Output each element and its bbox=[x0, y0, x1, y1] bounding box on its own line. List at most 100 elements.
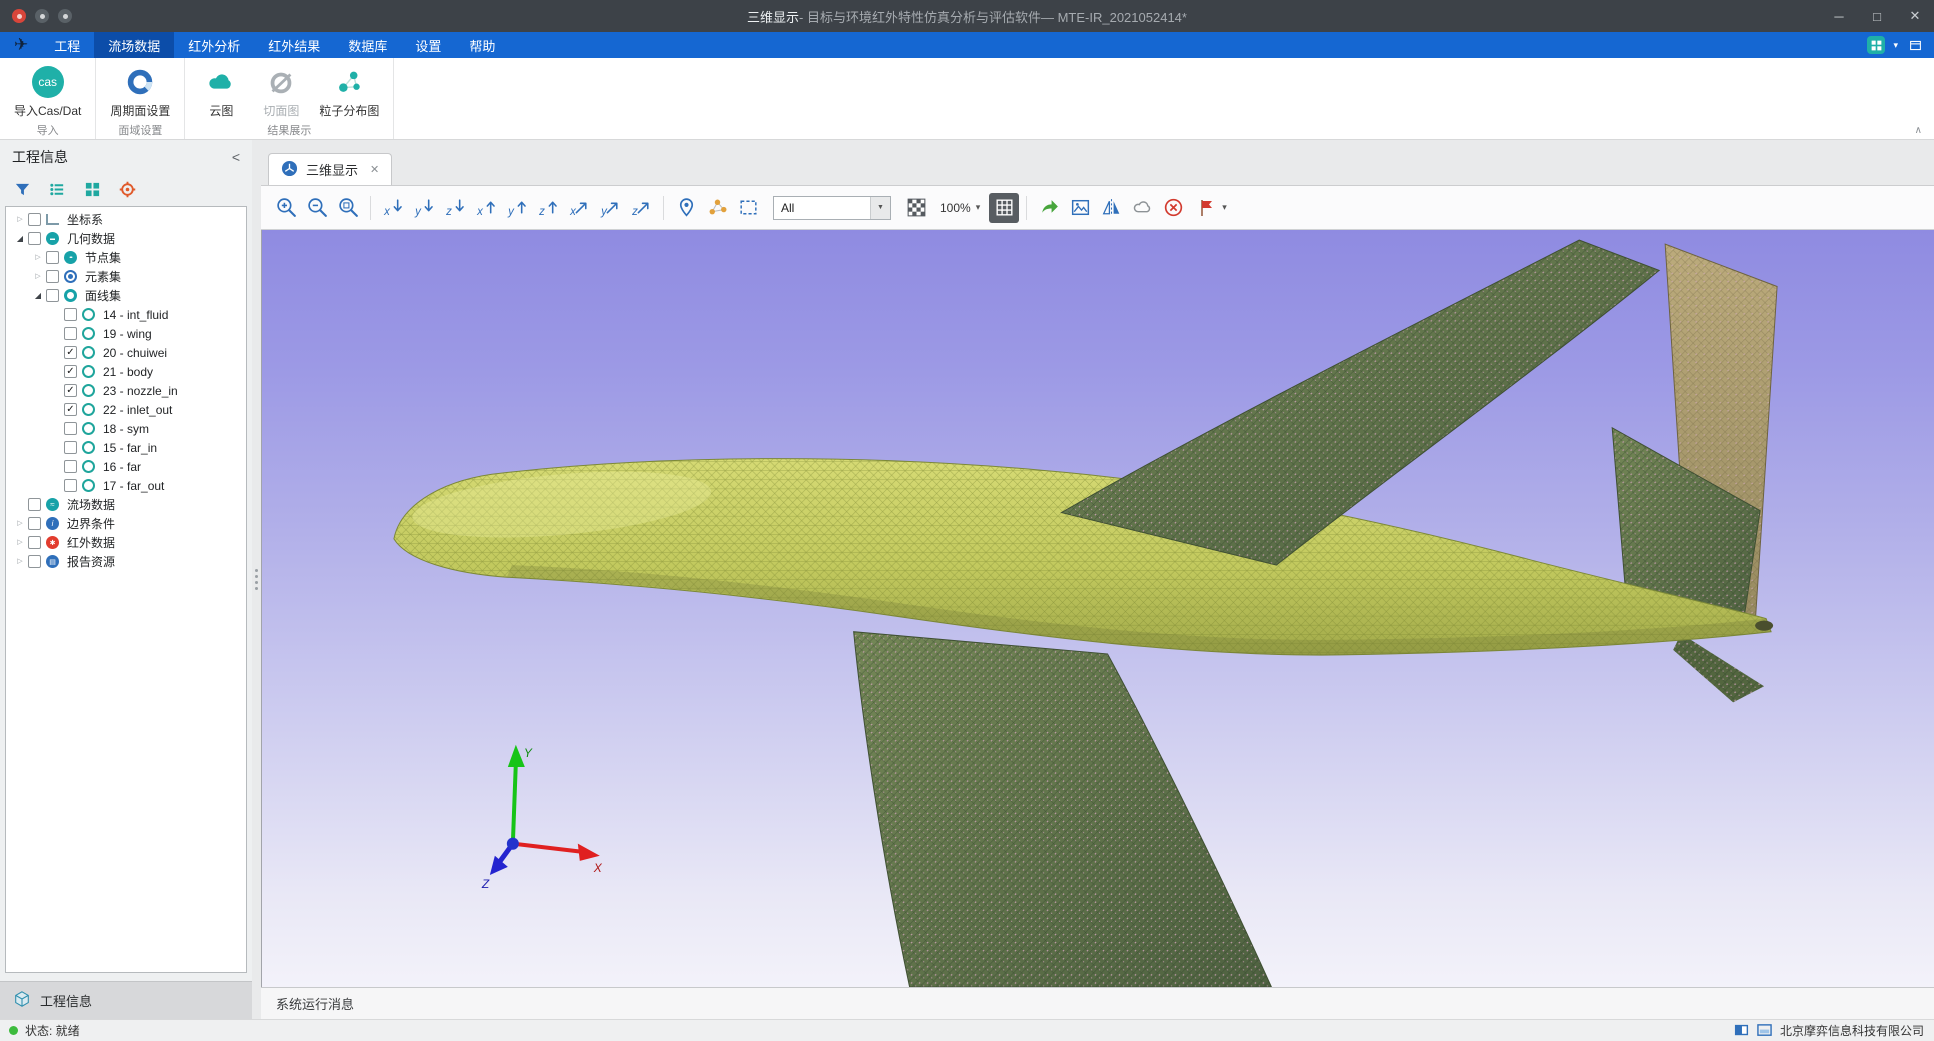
snapshot-icon[interactable] bbox=[1065, 193, 1095, 223]
zoom-fit-icon[interactable] bbox=[333, 193, 363, 223]
locate-icon[interactable] bbox=[671, 193, 701, 223]
ribbon-button-particles[interactable]: 粒子分布图 bbox=[315, 63, 383, 121]
tree-item[interactable]: ▷坐标系 bbox=[6, 210, 246, 229]
expander-icon[interactable]: ◢ bbox=[30, 286, 46, 305]
flag-dropdown[interactable]: ▾ bbox=[1188, 197, 1235, 219]
clear-icon[interactable] bbox=[1158, 193, 1188, 223]
settings-icon[interactable] bbox=[58, 9, 72, 23]
tree-item[interactable]: ▷报告资源 bbox=[6, 552, 246, 571]
menu-item[interactable]: 帮助 bbox=[455, 32, 509, 58]
tree-checkbox[interactable] bbox=[64, 441, 77, 454]
tree-item[interactable]: ▷边界条件 bbox=[6, 514, 246, 533]
tree-checkbox[interactable]: ✓ bbox=[64, 403, 77, 416]
tree-item[interactable]: 16 - far bbox=[6, 457, 246, 476]
tree-item[interactable]: 18 - sym bbox=[6, 419, 246, 438]
rotate-x-icon[interactable]: x bbox=[564, 193, 594, 223]
view-x-up-icon[interactable]: x bbox=[471, 193, 501, 223]
window-style-icon[interactable] bbox=[1906, 36, 1924, 54]
tree-item[interactable]: ▷红外数据 bbox=[6, 533, 246, 552]
zoom-out-icon[interactable] bbox=[302, 193, 332, 223]
menu-item[interactable]: 红外结果 bbox=[254, 32, 334, 58]
zoom-in-icon[interactable] bbox=[271, 193, 301, 223]
menu-item[interactable]: 数据库 bbox=[334, 32, 401, 58]
minimize-button[interactable]: ─ bbox=[1820, 0, 1858, 32]
tree-checkbox[interactable] bbox=[64, 422, 77, 435]
tree-checkbox[interactable] bbox=[28, 517, 41, 530]
filter-icon[interactable] bbox=[13, 180, 31, 198]
expander-icon[interactable]: ▷ bbox=[30, 248, 46, 267]
view-z-down-icon[interactable]: z bbox=[440, 193, 470, 223]
panel-splitter[interactable] bbox=[252, 140, 261, 1019]
layout-split-icon[interactable] bbox=[1734, 1023, 1750, 1039]
tree-item[interactable]: ▷元素集 bbox=[6, 267, 246, 286]
tree-checkbox[interactable] bbox=[28, 536, 41, 549]
rotate-z-icon[interactable]: z bbox=[626, 193, 656, 223]
tree-checkbox[interactable] bbox=[46, 251, 59, 264]
expander-icon[interactable]: ▷ bbox=[30, 267, 46, 286]
tree-checkbox[interactable]: ✓ bbox=[64, 365, 77, 378]
tree-checkbox[interactable] bbox=[28, 232, 41, 245]
tree-checkbox[interactable] bbox=[46, 270, 59, 283]
tree-checkbox[interactable] bbox=[64, 327, 77, 340]
tree-item[interactable]: ◢几何数据 bbox=[6, 229, 246, 248]
ribbon-button-cas[interactable]: cas导入Cas/Dat bbox=[10, 63, 85, 121]
viewport-3d[interactable]: Y X Z bbox=[261, 230, 1934, 987]
expander-icon[interactable]: ▷ bbox=[12, 514, 28, 533]
locate-target-icon[interactable] bbox=[118, 180, 136, 198]
texture-icon[interactable] bbox=[901, 193, 931, 223]
tree-item[interactable]: 15 - far_in bbox=[6, 438, 246, 457]
tree-checkbox[interactable] bbox=[46, 289, 59, 302]
tree-item[interactable]: ▷节点集 bbox=[6, 248, 246, 267]
view-y-up-icon[interactable]: y bbox=[502, 193, 532, 223]
menu-item[interactable]: 红外分析 bbox=[174, 32, 254, 58]
mirror-icon[interactable] bbox=[1096, 193, 1126, 223]
tree-checkbox[interactable] bbox=[64, 460, 77, 473]
project-info-bottom-tab[interactable]: 工程信息 bbox=[0, 981, 252, 1019]
maximize-button[interactable]: □ bbox=[1858, 0, 1896, 32]
expander-icon[interactable]: ▷ bbox=[12, 552, 28, 571]
share-icon[interactable] bbox=[1034, 193, 1064, 223]
tree-checkbox[interactable] bbox=[64, 479, 77, 492]
screenshot-icon[interactable] bbox=[35, 9, 49, 23]
menu-item[interactable]: 流场数据 bbox=[94, 32, 174, 58]
tree-item[interactable]: ✓23 - nozzle_in bbox=[6, 381, 246, 400]
grid-toggle-button[interactable] bbox=[989, 193, 1019, 223]
list-view-icon[interactable] bbox=[48, 180, 66, 198]
tree-checkbox[interactable] bbox=[28, 555, 41, 568]
view-y-down-icon[interactable]: y bbox=[409, 193, 439, 223]
tree-item[interactable]: ◢面线集 bbox=[6, 286, 246, 305]
nodes-cluster-icon[interactable] bbox=[702, 193, 732, 223]
zoom-level-dropdown[interactable]: 100%▾ bbox=[931, 201, 989, 215]
ribbon-button-slice[interactable]: 切面图 bbox=[255, 63, 307, 121]
expander-icon[interactable]: ◢ bbox=[12, 229, 28, 248]
ribbon-collapse-icon[interactable]: ∧ bbox=[1915, 125, 1922, 136]
layout-single-icon[interactable] bbox=[1757, 1023, 1773, 1039]
tree-checkbox[interactable] bbox=[28, 498, 41, 511]
app-grid-icon[interactable] bbox=[1867, 36, 1885, 54]
tree-checkbox[interactable]: ✓ bbox=[64, 346, 77, 359]
rotate-y-icon[interactable]: y bbox=[595, 193, 625, 223]
record-icon[interactable] bbox=[12, 9, 26, 23]
tree-checkbox[interactable] bbox=[64, 308, 77, 321]
tree-item[interactable]: 流场数据 bbox=[6, 495, 246, 514]
menu-item[interactable]: 工程 bbox=[40, 32, 94, 58]
ribbon-button-cloud[interactable]: 云图 bbox=[195, 63, 247, 121]
tree-item[interactable]: ✓20 - chuiwei bbox=[6, 343, 246, 362]
tree-checkbox[interactable]: ✓ bbox=[64, 384, 77, 397]
tree-item[interactable]: 17 - far_out bbox=[6, 476, 246, 495]
expander-icon[interactable]: ▷ bbox=[12, 533, 28, 552]
grid-view-icon[interactable] bbox=[83, 180, 101, 198]
tree-checkbox[interactable] bbox=[28, 213, 41, 226]
expander-icon[interactable]: ▷ bbox=[12, 210, 28, 229]
tree-item[interactable]: ✓21 - body bbox=[6, 362, 246, 381]
view-z-up-icon[interactable]: z bbox=[533, 193, 563, 223]
ribbon-button-period[interactable]: 周期面设置 bbox=[106, 63, 174, 121]
tree-item[interactable]: 14 - int_fluid bbox=[6, 305, 246, 324]
menu-item[interactable]: 设置 bbox=[401, 32, 455, 58]
tree-item[interactable]: 19 - wing bbox=[6, 324, 246, 343]
display-filter-select[interactable]: All ▼ bbox=[773, 196, 891, 220]
close-button[interactable]: ✕ bbox=[1896, 0, 1934, 32]
tree-item[interactable]: ✓22 - inlet_out bbox=[6, 400, 246, 419]
tab-3d-view[interactable]: 三维显示 ✕ bbox=[268, 153, 392, 185]
lasso-icon[interactable] bbox=[1127, 193, 1157, 223]
